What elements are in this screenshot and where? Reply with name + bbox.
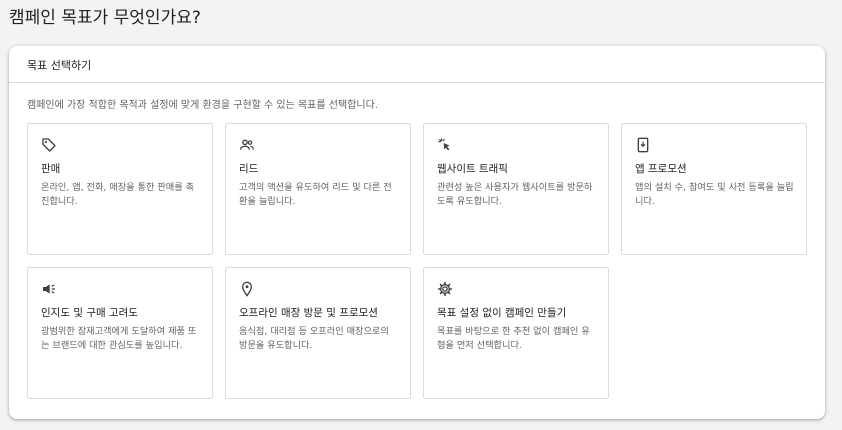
goal-tile-leads[interactable]: 리드 고객의 액션을 유도하여 리드 및 다른 전환을 늘립니다.	[225, 123, 411, 255]
phone-download-icon	[635, 137, 653, 155]
location-pin-icon	[239, 281, 257, 299]
tag-icon	[41, 137, 59, 155]
goal-title: 목표 설정 없이 캠페인 만들기	[437, 307, 567, 319]
goal-description: 고객의 액션을 유도하여 리드 및 다른 전환을 늘립니다.	[239, 182, 392, 207]
goal-tile-website-traffic[interactable]: 웹사이트 트래픽 관련성 높은 사용자가 웹사이트를 방문하도록 유도합니다.	[423, 123, 609, 255]
goal-tile-no-goal[interactable]: 목표 설정 없이 캠페인 만들기 목표를 바탕으로 한 추천 없이 캠페인 유형…	[423, 267, 609, 399]
goal-description: 광범위한 잠재고객에게 도달하여 제품 또는 브랜드에 대한 관심도를 높입니다…	[41, 326, 197, 351]
megaphone-icon	[41, 281, 59, 299]
card-header: 목표 선택하기	[9, 46, 825, 83]
gear-icon	[437, 281, 455, 299]
goal-title: 웹사이트 트래픽	[437, 163, 508, 175]
goal-title: 오프라인 매장 방문 및 프로모션	[239, 307, 378, 319]
goal-description: 온라인, 앱, 전화, 매장을 통한 판매를 촉진합니다.	[41, 182, 195, 207]
goal-title: 리드	[239, 163, 259, 175]
goal-tile-sales[interactable]: 판매 온라인, 앱, 전화, 매장을 통한 판매를 촉진합니다.	[27, 123, 213, 255]
goal-tile-app-promotion[interactable]: 앱 프로모션 앱의 설치 수, 참여도 및 사전 등록을 늘립니다.	[621, 123, 807, 255]
goal-title: 판매	[41, 163, 61, 175]
goal-tile-local-store[interactable]: 오프라인 매장 방문 및 프로모션 음식점, 대리점 등 오프라인 매장으로의 …	[225, 267, 411, 399]
people-icon	[239, 137, 257, 155]
goal-description: 앱의 설치 수, 참여도 및 사전 등록을 늘립니다.	[635, 182, 794, 207]
goal-tile-awareness[interactable]: 인지도 및 구매 고려도 광범위한 잠재고객에게 도달하여 제품 또는 브랜드에…	[27, 267, 213, 399]
cursor-click-icon	[437, 137, 455, 155]
goal-description: 관련성 높은 사용자가 웹사이트를 방문하도록 유도합니다.	[437, 182, 593, 207]
goal-title: 앱 프로모션	[635, 163, 687, 175]
goal-title: 인지도 및 구매 고려도	[41, 307, 138, 319]
goal-selection-card: 목표 선택하기 캠페인에 가장 적합한 목적과 설정에 맞게 환경을 구현할 수…	[9, 46, 825, 419]
goal-description: 음식점, 대리점 등 오프라인 매장으로의 방문을 유도합니다.	[239, 326, 389, 351]
card-description: 캠페인에 가장 적합한 목적과 설정에 맞게 환경을 구현할 수 있는 목표를 …	[27, 100, 378, 111]
page-title: 캠페인 목표가 무엇인가요?	[9, 8, 201, 28]
goal-description: 목표를 바탕으로 한 추천 없이 캠페인 유형을 먼저 선택합니다.	[437, 326, 590, 351]
